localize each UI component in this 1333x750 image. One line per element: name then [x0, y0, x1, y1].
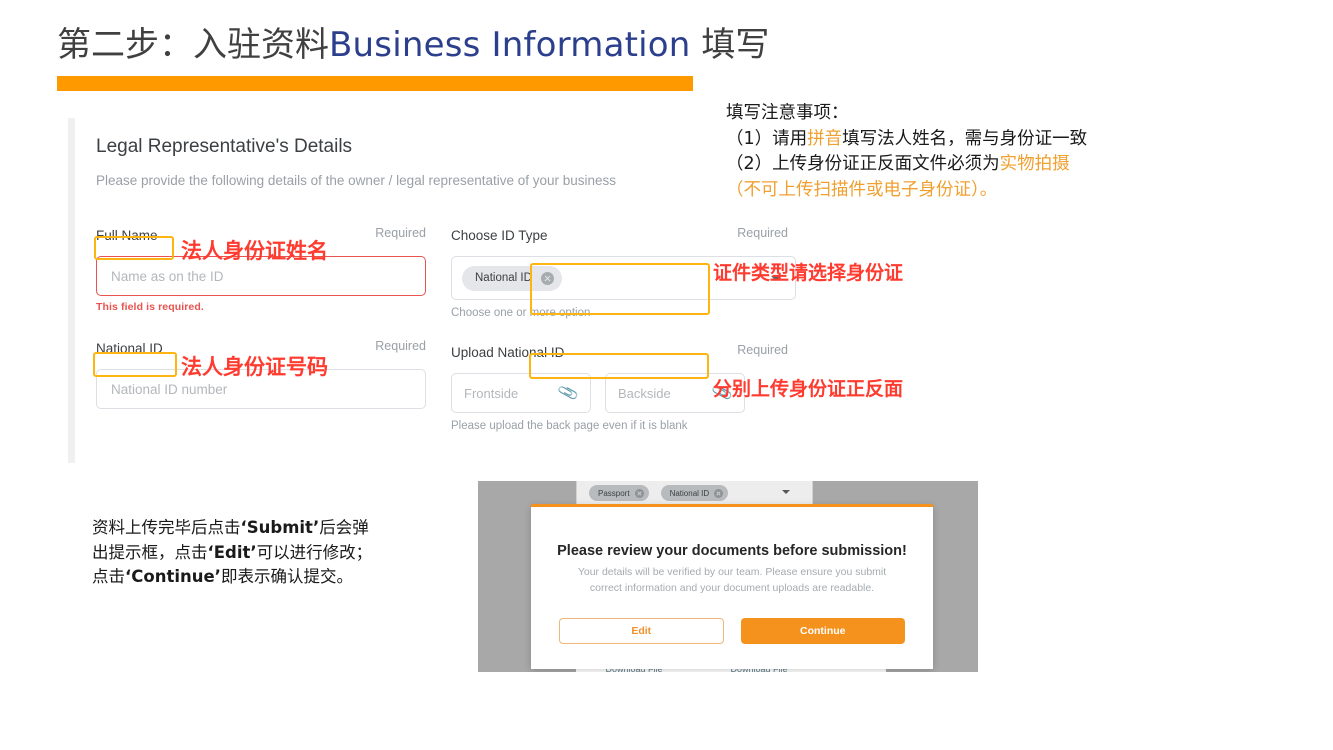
national-id-placeholder: National ID number [111, 381, 228, 397]
field-upload-national-id-label: Upload National ID [451, 344, 565, 360]
screenshot-chip-row: Passport National ID [576, 481, 813, 505]
upload-frontside-input[interactable]: Frontside 📎 [451, 373, 591, 413]
top-note-line-2: （2）上传身份证正反面文件必须为实物拍摄 [726, 152, 1087, 178]
top-note-line-1-a: （1）请用 [726, 128, 808, 149]
page-title-cn-prefix: 第二步：入驻资料 [57, 25, 329, 65]
field-national-id-label: National ID [96, 340, 163, 356]
bottom-note-line-2-a: 出提示框，点击 [92, 542, 208, 562]
top-right-note: 填写注意事项： （1）请用拼音填写法人姓名，需与身份证一致 （2）上传身份证正反… [726, 101, 1087, 203]
field-upload-national-id-header: Upload National ID Required [451, 339, 796, 365]
page-title: 第二步：入驻资料Business Information 填写 [57, 22, 769, 68]
page-title-en: Business Information [329, 25, 691, 65]
bottom-note-line-2-c: 可以进行修改； [256, 542, 373, 562]
top-note-line-2-a: （2）上传身份证正反面文件必须为 [726, 154, 1000, 174]
field-choose-id-type-label: Choose ID Type [451, 227, 548, 243]
field-full-name-label: Full Name [96, 227, 158, 243]
chip-remove-icon[interactable] [634, 488, 644, 498]
annotation-id-type: 证件类型请选择身份证 [713, 262, 904, 284]
chip-remove-icon[interactable] [540, 271, 554, 285]
bottom-note-line-3: 点击‘Continue’即表示确认提交。 [92, 565, 372, 590]
chevron-down-icon[interactable] [782, 490, 790, 494]
bottom-note-continue-keyword: ‘Continue’ [125, 567, 221, 586]
field-choose-id-type-required: Required [737, 226, 788, 240]
screenshot-chip-national-id[interactable]: National ID [660, 485, 729, 501]
upload-frontside-placeholder: Frontside [464, 385, 519, 401]
dialog-title: Please review your documents before subm… [557, 543, 907, 559]
field-full-name-required: Required [375, 226, 426, 240]
section-subtitle: Please provide the following details of … [96, 173, 617, 188]
dialog-body-text: Your details will be verified by our tea… [577, 566, 887, 594]
top-note-line-3: （不可上传扫描件或电子身份证）。 [726, 179, 998, 200]
chip-remove-icon[interactable] [714, 488, 724, 498]
field-upload-national-id-required: Required [737, 343, 788, 357]
section-title: Legal Representative's Details [96, 136, 353, 157]
review-documents-dialog: Please review your documents before subm… [531, 504, 933, 669]
modal-screenshot: Passport National ID Download File Downl… [478, 481, 978, 672]
top-note-line-1: （1）请用拼音填写法人姓名，需与身份证一致 [726, 127, 1087, 153]
top-note-line-1-highlight: 拼音 [807, 128, 843, 149]
field-national-id-required: Required [375, 339, 426, 353]
annotation-full-name: 法人身份证姓名 [181, 239, 328, 263]
bottom-note-submit-keyword: ‘Submit’ [240, 518, 320, 537]
annotation-upload: 分别上传身份证正反面 [713, 378, 904, 400]
selected-chip-national-id[interactable]: National ID [462, 265, 562, 291]
bottom-note-line-3-c: 即表示确认提交。 [220, 567, 353, 586]
bottom-note-line-2: 出提示框，点击‘Edit’可以进行修改； [92, 541, 372, 566]
title-underline-bar [57, 76, 693, 91]
continue-button[interactable]: Continue [740, 618, 905, 644]
bottom-note-line-1-c: 后会弹 [319, 518, 369, 537]
selected-chip-label: National ID [475, 272, 532, 284]
bottom-note-edit-keyword: ‘Edit’ [207, 542, 257, 562]
edit-button[interactable]: Edit [559, 618, 724, 644]
paperclip-icon[interactable]: 📎 [557, 382, 580, 404]
full-name-error-message: This field is required. [96, 301, 204, 313]
top-note-line-2-highlight: 实物拍摄 [999, 154, 1070, 174]
page-title-cn-suffix: 填写 [690, 25, 770, 65]
top-note-line-1-b: 填写法人姓名，需与身份证一致 [842, 128, 1088, 149]
top-note-heading: 填写注意事项： [726, 103, 849, 123]
choose-id-type-hint: Choose one or more option [451, 307, 591, 319]
annotation-national-id: 法人身份证号码 [181, 355, 328, 379]
field-choose-id-type-header: Choose ID Type Required [451, 222, 796, 248]
upload-backside-placeholder: Backside [618, 385, 671, 401]
bottom-note-line-3-a: 点击 [92, 567, 125, 586]
bottom-note-line-1: 资料上传完毕后点击‘Submit’后会弹 [92, 516, 372, 541]
bottom-left-note: 资料上传完毕后点击‘Submit’后会弹 出提示框，点击‘Edit’可以进行修改… [92, 516, 372, 590]
bottom-note-line-1-a: 资料上传完毕后点击 [92, 518, 241, 537]
card-left-edge [68, 118, 75, 463]
screenshot-chip-passport-label: Passport [598, 488, 630, 498]
dialog-button-row: Edit Continue [559, 618, 905, 644]
screenshot-chip-passport[interactable]: Passport [589, 485, 649, 501]
upload-national-id-hint: Please upload the back page even if it i… [451, 420, 688, 432]
full-name-placeholder: Name as on the ID [111, 268, 224, 284]
screenshot-chip-national-id-label: National ID [669, 488, 710, 498]
